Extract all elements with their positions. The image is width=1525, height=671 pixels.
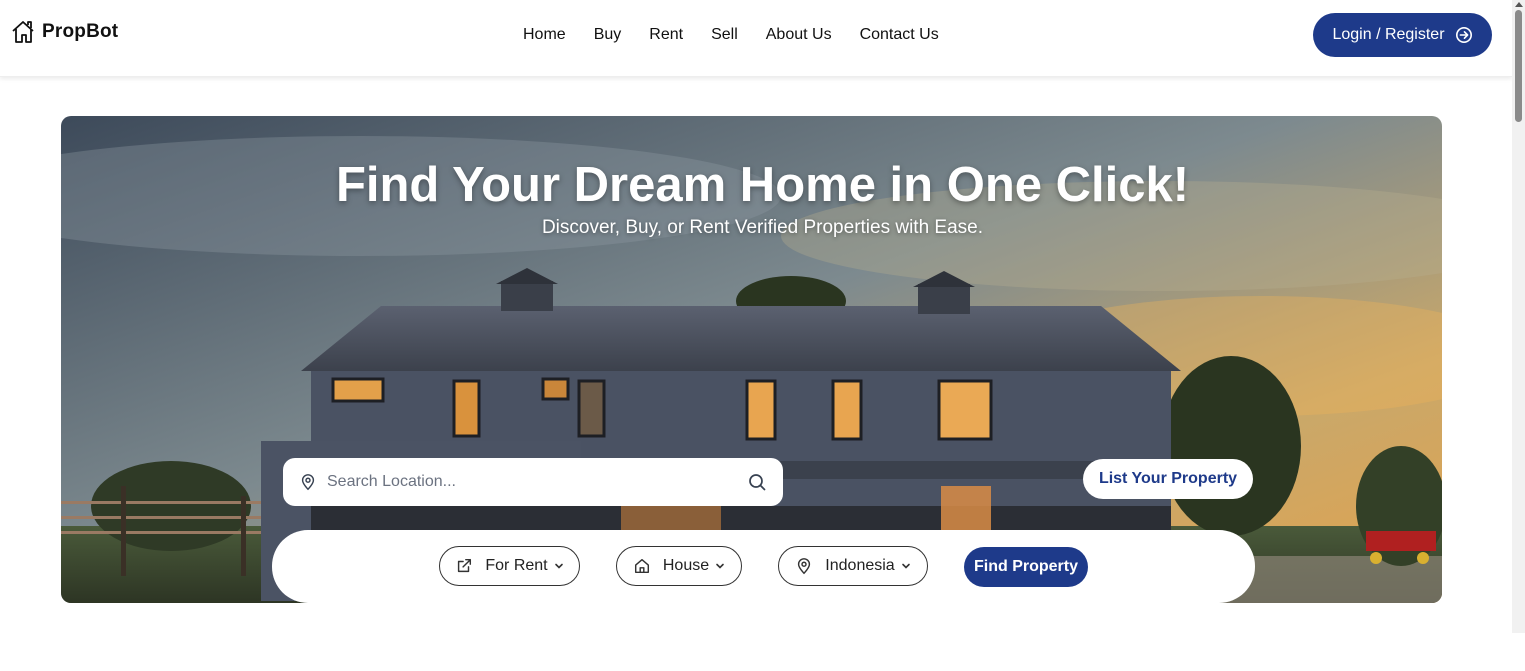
brand-logo[interactable]: PropBot <box>11 19 118 45</box>
scroll-up-arrow-icon[interactable] <box>1515 2 1523 7</box>
find-property-button[interactable]: Find Property <box>964 547 1088 587</box>
chevron-down-icon <box>716 563 724 569</box>
list-your-property-button[interactable]: List Your Property <box>1083 459 1253 499</box>
external-link-icon <box>458 558 472 573</box>
chevron-down-icon <box>901 563 910 569</box>
nav-link-sell[interactable]: Sell <box>711 26 738 44</box>
listing-type-dropdown[interactable]: For Rent <box>439 546 580 586</box>
property-type-dropdown[interactable]: House <box>616 546 742 586</box>
country-label: Indonesia <box>825 557 895 574</box>
chevron-down-icon <box>554 563 563 569</box>
login-register-label: Login / Register <box>1332 26 1445 43</box>
map-pin-icon <box>301 474 315 491</box>
nav-link-home[interactable]: Home <box>523 26 566 44</box>
site-header: PropBot Home Buy Rent Sell About Us Cont… <box>0 0 1512 77</box>
arrow-circle-right-icon <box>1455 26 1472 44</box>
nav-link-buy[interactable]: Buy <box>594 26 622 44</box>
listing-type-label: For Rent <box>485 557 548 574</box>
login-register-button[interactable]: Login / Register <box>1313 13 1492 57</box>
nav-link-about-us[interactable]: About Us <box>766 26 832 44</box>
nav-link-contact-us[interactable]: Contact Us <box>860 26 939 44</box>
property-type-label: House <box>662 557 710 574</box>
hero-title: Find Your Dream Home in One Click! <box>335 158 1190 212</box>
country-dropdown[interactable]: Indonesia <box>778 546 928 586</box>
hero-subtitle: Discover, Buy, or Rent Verified Properti… <box>541 217 984 238</box>
main-nav: Home Buy Rent Sell About Us Contact Us <box>523 26 939 44</box>
scrollbar-thumb[interactable] <box>1515 10 1522 122</box>
page-scrollbar[interactable] <box>1512 0 1525 633</box>
location-search-box <box>283 458 783 506</box>
search-location-input[interactable] <box>327 473 747 491</box>
brand-name: PropBot <box>42 21 119 42</box>
map-pin-icon <box>798 558 811 575</box>
search-icon[interactable] <box>747 472 767 492</box>
nav-link-rent[interactable]: Rent <box>649 26 683 44</box>
property-filter-bar: For Rent House Indonesia Find Property <box>272 530 1255 603</box>
home-icon <box>634 558 649 574</box>
house-outline-icon <box>12 21 34 43</box>
